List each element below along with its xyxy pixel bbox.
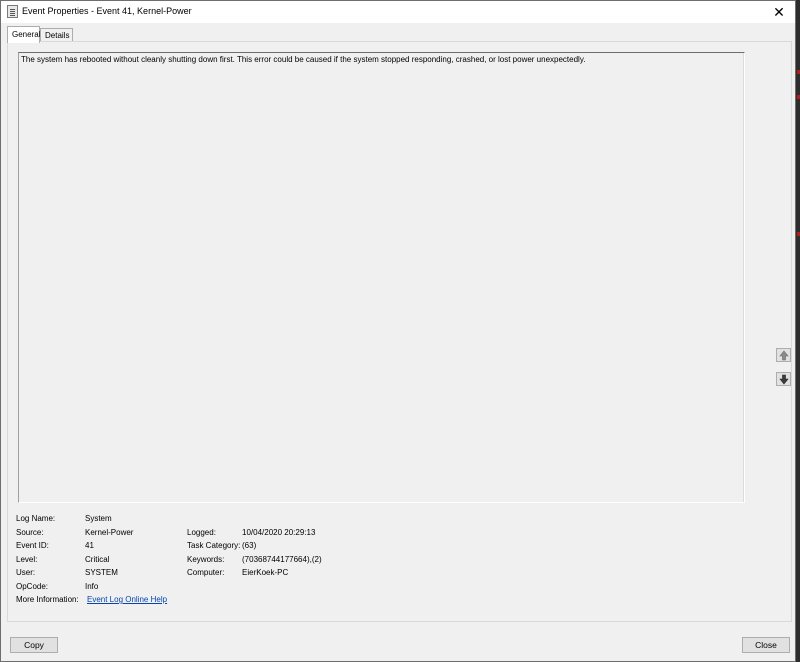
close-button[interactable]: Close — [742, 637, 790, 653]
logged-value: 10/04/2020 20:29:13 — [242, 528, 316, 537]
title-bar[interactable]: Event Properties - Event 41, Kernel-Powe… — [1, 1, 795, 23]
task-category-value: (63) — [242, 541, 257, 550]
copy-button[interactable]: Copy — [10, 637, 58, 653]
keywords-label: Keywords: — [187, 555, 225, 564]
log-name-label: Log Name: — [16, 514, 56, 523]
tab-details[interactable]: Details — [40, 28, 73, 42]
logged-label: Logged: — [187, 528, 216, 537]
source-label: Source: — [16, 528, 44, 537]
event-id-value: 41 — [85, 541, 94, 550]
source-value: Kernel-Power — [85, 528, 134, 537]
event-properties-icon — [7, 5, 18, 18]
more-information-label: More Information: — [16, 595, 79, 604]
event-fields: Log Name: System Source: Kernel-Power Lo… — [8, 42, 793, 623]
general-tab-panel: The system has rebooted without cleanly … — [7, 41, 792, 622]
user-label: User: — [16, 568, 36, 577]
computer-value: EierKoek-PC — [242, 568, 289, 577]
opcode-label: OpCode: — [16, 582, 49, 591]
level-value: Critical — [85, 555, 110, 564]
event-id-label: Event ID: — [16, 541, 49, 550]
close-window-button[interactable]: ✕ — [763, 1, 795, 23]
level-label: Level: — [16, 555, 38, 564]
user-value: SYSTEM — [85, 568, 118, 577]
opcode-value: Info — [85, 582, 99, 591]
computer-label: Computer: — [187, 568, 225, 577]
task-category-label: Task Category: — [187, 541, 241, 550]
background-window-edge — [796, 0, 800, 662]
event-log-online-help-link[interactable]: Event Log Online Help — [87, 595, 167, 604]
keywords-value: (70368744177664),(2) — [242, 555, 322, 564]
event-properties-window: Event Properties - Event 41, Kernel-Powe… — [0, 0, 796, 662]
window-title: Event Properties - Event 41, Kernel-Powe… — [22, 6, 192, 16]
tab-general[interactable]: General — [7, 26, 40, 43]
log-name-value: System — [85, 514, 112, 523]
